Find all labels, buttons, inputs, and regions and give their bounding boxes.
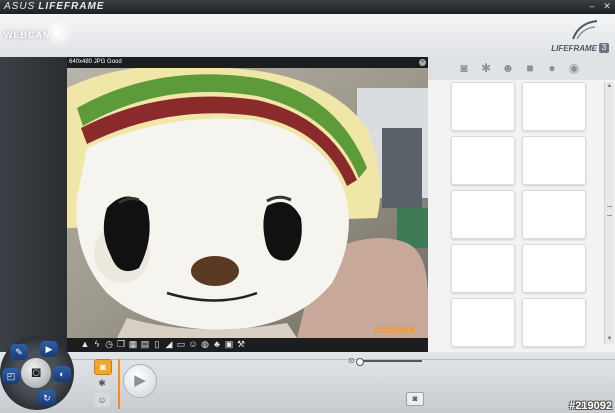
asus-logo: ASUS	[4, 1, 36, 12]
capture-play-button[interactable]: ▶	[123, 364, 157, 398]
document-icon[interactable]: ▤	[140, 339, 150, 350]
thumbnail-slot[interactable]	[522, 82, 586, 131]
glow-orb-decoration	[46, 21, 72, 47]
thumbnail-slot[interactable]	[522, 136, 586, 185]
camera-category-icon[interactable]: ◙	[456, 61, 472, 75]
title-bar: ASUS LIFEFRAME – ✕	[0, 0, 615, 14]
eye-category-icon[interactable]: ◉	[566, 61, 582, 75]
gear-category-icon[interactable]: ✱	[478, 61, 494, 75]
logo-swoosh-icon	[572, 20, 598, 40]
dial-settings-icon[interactable]: ◐	[53, 366, 71, 382]
video-info-label: 640x480 JPG Good	[69, 59, 122, 65]
face-category-icon[interactable]: ☻	[500, 61, 516, 75]
thumbnail-slot[interactable]	[451, 244, 515, 293]
zoom-slider[interactable]: ⊙	[348, 356, 424, 366]
dial-camera-button[interactable]: ◙	[21, 358, 51, 388]
thumbnail-slot[interactable]	[451, 190, 515, 239]
logo-version: 3	[599, 43, 609, 53]
preview-toolbar: ▲ ϟ ◷ ❐ ▦ ▤ ▯ ◢ ▭ ☺ ◍ ♣ ▣ ⚒	[80, 339, 246, 351]
left-panel	[0, 57, 67, 359]
photo-mode-icon[interactable]: ◙	[94, 359, 112, 375]
dial-folder-icon[interactable]: ◰	[2, 368, 20, 384]
scroll-down-icon[interactable]: ▼	[605, 335, 614, 344]
app-name: LIFEFRAME	[38, 1, 105, 12]
zoom-track[interactable]	[360, 360, 422, 362]
color-icon[interactable]: ♣	[212, 339, 222, 350]
microphone-category-icon[interactable]: ●	[544, 61, 560, 75]
bottom-control-bar	[0, 352, 615, 413]
face-icon[interactable]: ☺	[188, 339, 198, 350]
navigation-dial: ✎ ▶ ◐ ↻ ◰ ◙	[0, 336, 74, 410]
app-header: WEBCAM LIFEFRAME 3	[0, 14, 615, 57]
thumbnail-grid	[451, 82, 586, 347]
thumbnail-scrollbar[interactable]: ▲ ▼	[604, 82, 614, 344]
scroll-up-icon[interactable]: ▲	[605, 82, 614, 91]
video-category-icon[interactable]: ■	[522, 61, 538, 75]
frame-icon[interactable]: ▭	[176, 339, 186, 350]
dial-edit-icon[interactable]: ✎	[10, 344, 28, 360]
timer-icon[interactable]: ◷	[104, 339, 114, 350]
wrench-icon[interactable]: ⚒	[236, 339, 246, 350]
scroll-thumb-grip[interactable]	[607, 206, 612, 216]
thumbnail-slot[interactable]	[451, 136, 515, 185]
dial-video-icon[interactable]: ▶	[40, 341, 58, 357]
scene-icon[interactable]: ▲	[80, 339, 90, 350]
picture-icon[interactable]: ▣	[224, 339, 234, 350]
flash-icon[interactable]: ϟ	[92, 339, 102, 350]
contrast-icon[interactable]: ◢	[164, 339, 174, 350]
burst-icon[interactable]: ❐	[116, 339, 126, 350]
app-brand: ASUS LIFEFRAME	[4, 1, 104, 12]
thumbnail-slot[interactable]	[522, 244, 586, 293]
category-icons: ◙ ✱ ☻ ■ ● ◉	[456, 61, 582, 75]
date-stamp: 04/28/2008	[375, 326, 416, 335]
effect-mode-icon[interactable]: ✱	[94, 376, 110, 390]
plush-toy-illustration: 04/28/2008	[67, 68, 428, 338]
zoom-knob[interactable]	[356, 358, 364, 366]
mode-indicator-bar	[118, 359, 120, 409]
mode-label: WEBCAM	[4, 30, 52, 40]
lifeframe-logo: LIFEFRAME 3	[549, 19, 609, 55]
minimize-button[interactable]: –	[585, 1, 599, 12]
bottom-separator	[67, 359, 615, 360]
thumbnail-slot[interactable]	[522, 190, 586, 239]
preview-close-button[interactable]: ×	[419, 59, 426, 66]
thumbnail-slot[interactable]	[522, 298, 586, 347]
webcam-preview-image: 04/28/2008	[67, 68, 428, 338]
thumbnail-slot[interactable]	[451, 82, 515, 131]
mask-icon[interactable]: ◍	[200, 339, 210, 350]
watermark: #219092	[569, 400, 612, 412]
page-icon[interactable]: ▯	[152, 339, 162, 350]
category-bar: ◙ ✱ ☻ ■ ● ◉	[428, 57, 615, 80]
snapshot-button[interactable]: ◙	[406, 392, 424, 406]
thumbnail-slot[interactable]	[451, 298, 515, 347]
ruler-icon[interactable]: ▦	[128, 339, 138, 350]
dial-share-icon[interactable]: ↻	[38, 390, 56, 406]
close-button[interactable]: ✕	[600, 1, 614, 12]
face-mode-icon[interactable]: ☺	[94, 393, 110, 407]
logo-text: LIFEFRAME	[551, 44, 597, 53]
